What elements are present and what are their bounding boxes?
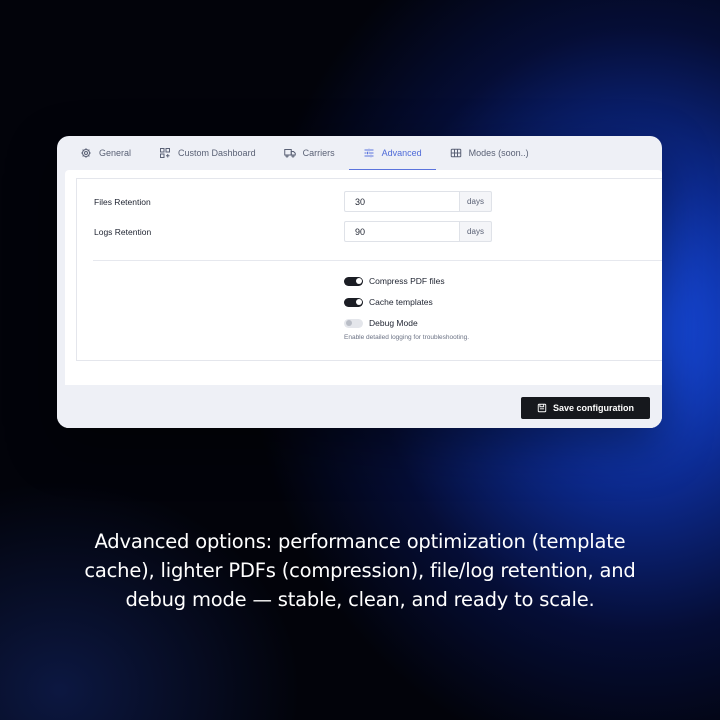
- footer-bar: Save configuration: [57, 385, 662, 428]
- save-configuration-button[interactable]: Save configuration: [521, 397, 650, 419]
- tab-label: Modes (soon..): [468, 148, 529, 158]
- save-icon: [537, 403, 547, 413]
- dashboard-icon: [159, 147, 171, 159]
- settings-window: General Custom Dashboard Carriers Advanc…: [57, 136, 662, 428]
- promo-caption: Advanced options: performance optimizati…: [84, 530, 636, 611]
- truck-icon: [283, 147, 296, 159]
- cache-templates-row: Cache templates: [344, 297, 433, 307]
- debug-mode-row: Debug Mode: [344, 318, 418, 328]
- settings-form: Files Retention days Logs Retention days…: [76, 178, 662, 361]
- compress-pdf-toggle[interactable]: [344, 276, 363, 286]
- tab-label: Carriers: [302, 148, 335, 158]
- files-retention-unit: days: [459, 191, 492, 212]
- tab-label: Advanced: [381, 148, 422, 158]
- tab-label: Custom Dashboard: [178, 148, 256, 158]
- files-retention-input[interactable]: [344, 191, 459, 212]
- tab-carriers[interactable]: Carriers: [270, 136, 349, 170]
- debug-mode-help: Enable detailed logging for troubleshoot…: [344, 334, 470, 341]
- table-icon: [450, 147, 462, 159]
- gear-icon: [80, 147, 92, 159]
- logs-retention-label: Logs Retention: [94, 227, 152, 237]
- logs-retention-input[interactable]: [344, 221, 459, 242]
- cache-templates-label: Cache templates: [369, 297, 433, 307]
- compress-pdf-label: Compress PDF files: [369, 276, 445, 286]
- tab-general[interactable]: General: [57, 136, 145, 170]
- files-retention-group: days: [344, 191, 492, 212]
- tab-modes[interactable]: Modes (soon..): [436, 136, 543, 170]
- section-divider: [93, 260, 662, 261]
- cache-templates-toggle[interactable]: [344, 297, 363, 307]
- save-label: Save configuration: [552, 403, 634, 413]
- tab-bar: General Custom Dashboard Carriers Advanc…: [57, 136, 662, 170]
- tab-advanced[interactable]: Advanced: [348, 136, 436, 170]
- files-retention-label: Files Retention: [94, 197, 151, 207]
- debug-mode-toggle[interactable]: [344, 318, 363, 328]
- compress-pdf-row: Compress PDF files: [344, 276, 445, 286]
- sliders-icon: [363, 147, 375, 159]
- logs-retention-group: days: [344, 221, 492, 242]
- tab-custom-dashboard[interactable]: Custom Dashboard: [145, 136, 270, 170]
- debug-mode-label: Debug Mode: [369, 318, 418, 328]
- tab-label: General: [99, 148, 132, 158]
- logs-retention-unit: days: [459, 221, 492, 242]
